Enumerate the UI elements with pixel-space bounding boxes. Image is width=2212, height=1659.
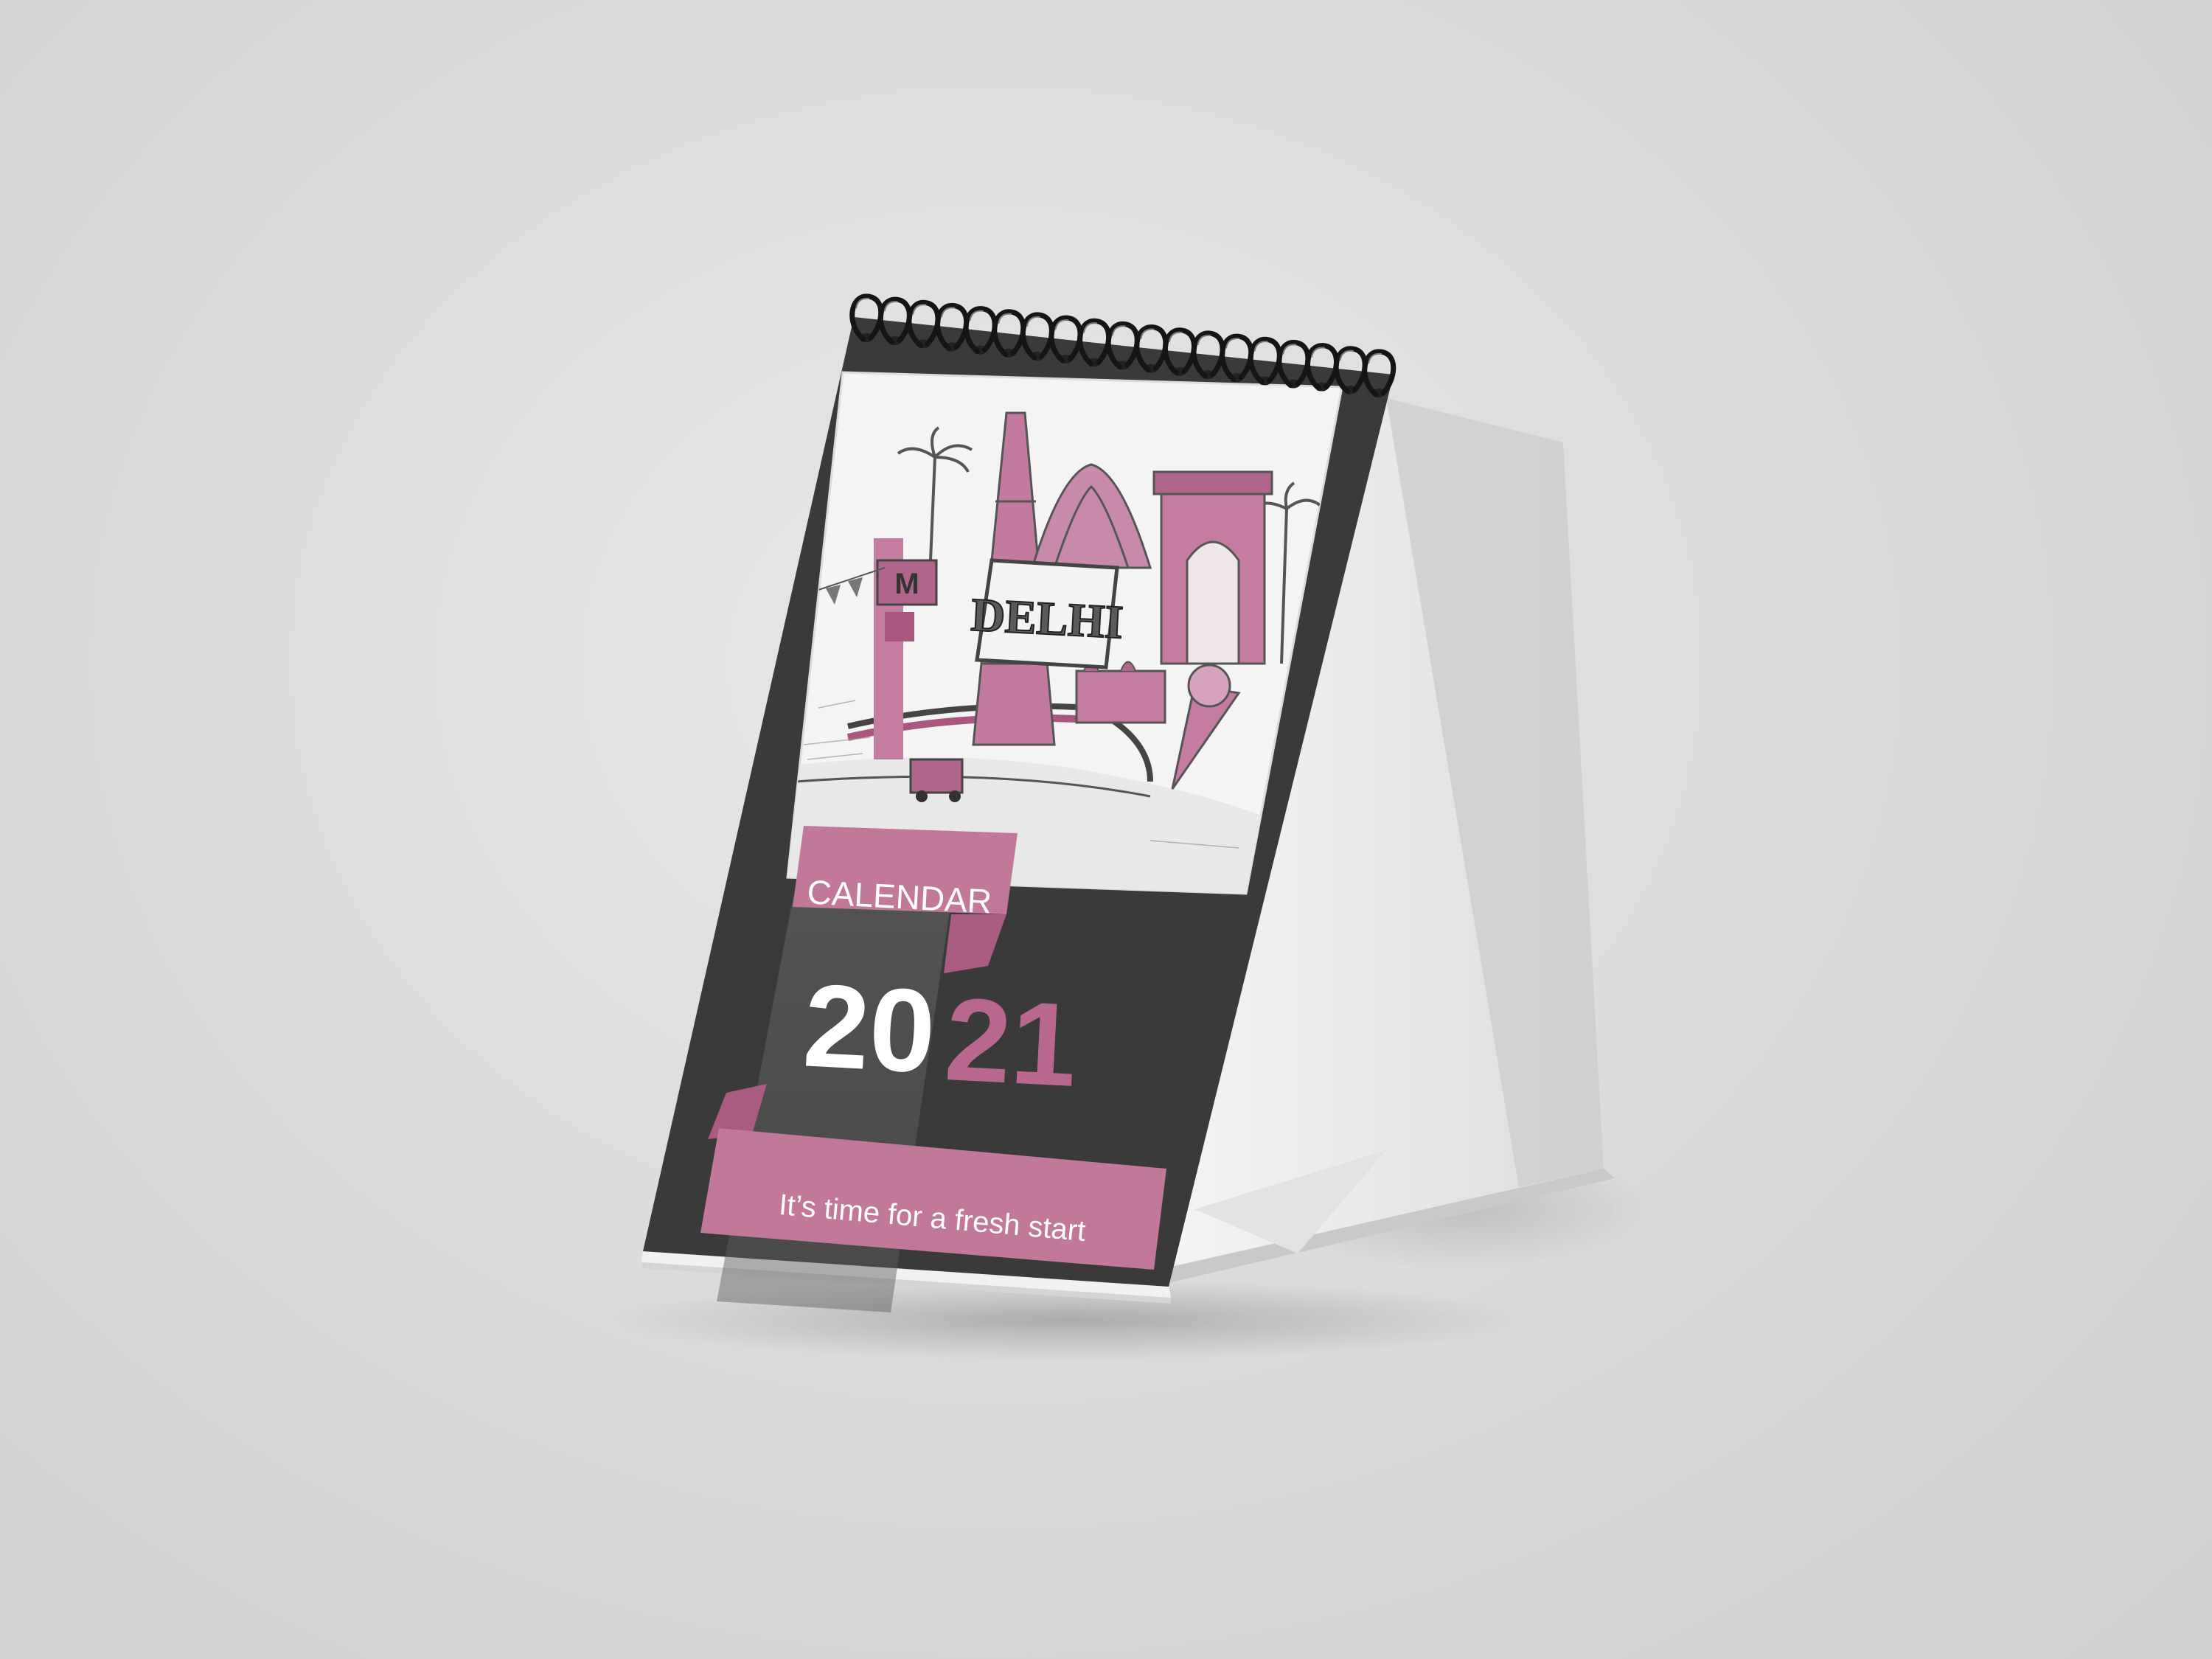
year-last-digits: 21 xyxy=(942,973,1080,1111)
calendar-scene: M DELHI CALENDAR 20 21 It’s time for a f… xyxy=(612,293,1652,1360)
delhi-sign-text: DELHI xyxy=(970,588,1124,649)
year-first-digits: 20 xyxy=(801,959,939,1097)
svg-text:M: M xyxy=(894,568,919,600)
illustration-panel: M DELHI xyxy=(786,371,1343,895)
delhi-sign: DELHI xyxy=(969,558,1125,669)
india-gate xyxy=(1152,470,1273,665)
